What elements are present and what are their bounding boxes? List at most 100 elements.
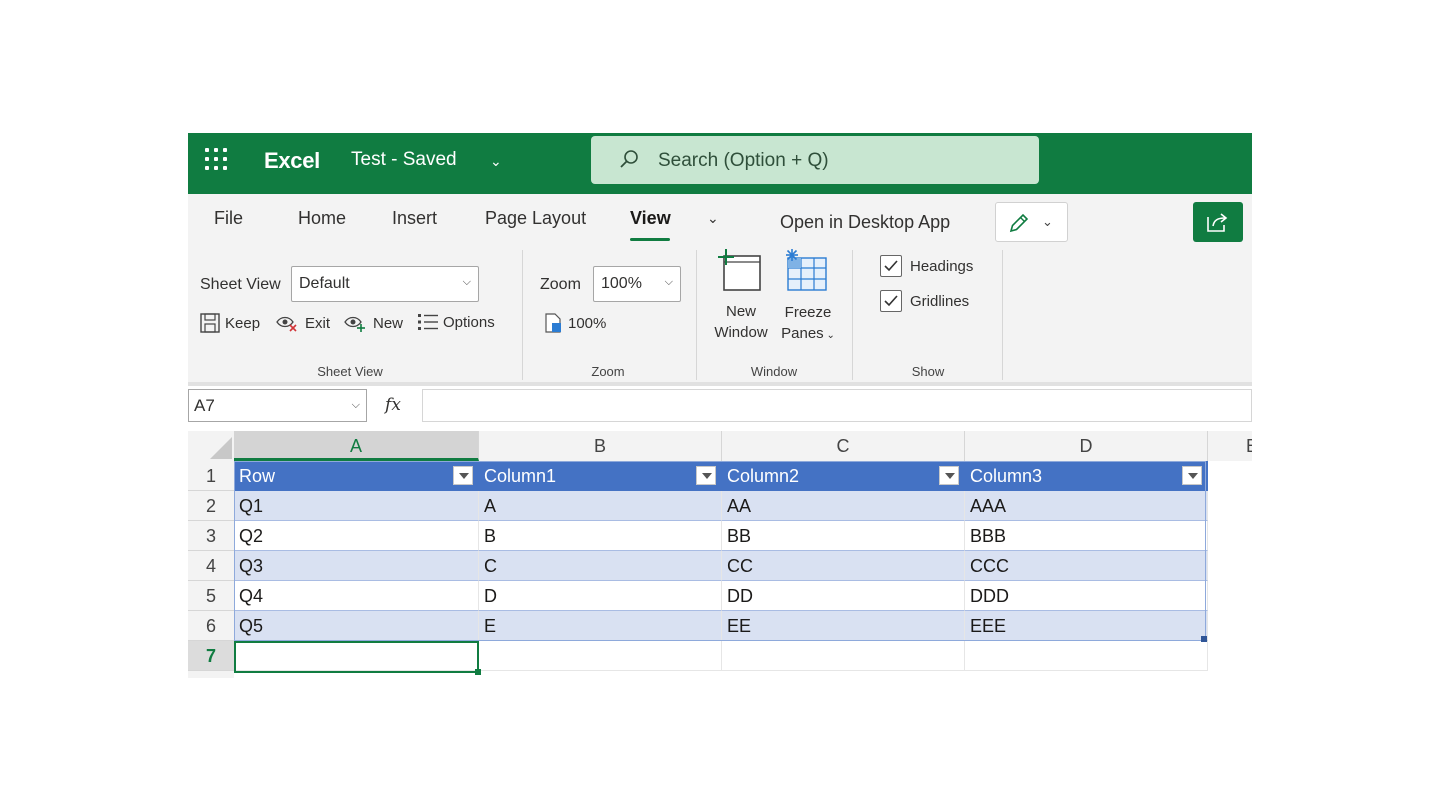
more-tabs-chevron-icon[interactable]: ⌄ [707, 210, 719, 227]
filter-dropdown-icon[interactable] [453, 466, 473, 485]
tab-insert[interactable]: Insert [392, 208, 437, 229]
app-name[interactable]: Excel [264, 148, 320, 174]
row-header-2[interactable]: 2 [188, 491, 234, 521]
table-cell[interactable]: Q2 [234, 521, 479, 551]
new-label: New [373, 314, 404, 332]
zoom-100-label: 100% [568, 314, 607, 332]
keep-button[interactable]: Keep [199, 312, 260, 334]
freeze-panes-label-2: Panes [781, 325, 824, 342]
column-header-e[interactable]: E [1208, 431, 1252, 461]
new-window-button[interactable]: New Window [702, 301, 780, 343]
share-button[interactable] [1193, 202, 1243, 242]
new-window-label-2: Window [714, 324, 768, 341]
name-box-value: A7 [194, 396, 215, 415]
new-sheet-view-button[interactable]: New [343, 312, 403, 334]
table-header-cell[interactable]: Column1 [479, 461, 722, 491]
sheet-view-options-button[interactable]: Options [417, 312, 495, 332]
table-cell[interactable]: DD [722, 581, 965, 611]
tab-file[interactable]: File [214, 208, 243, 229]
filter-dropdown-icon[interactable] [696, 466, 716, 485]
search-icon [620, 150, 638, 168]
column-header-d[interactable]: D [965, 431, 1208, 461]
tab-home[interactable]: Home [298, 208, 346, 229]
group-separator [852, 250, 853, 380]
tab-view[interactable]: View [630, 208, 671, 229]
grid-cell[interactable] [965, 641, 1208, 671]
grid-cell[interactable] [479, 641, 722, 671]
gridlines-checkbox[interactable] [880, 290, 902, 312]
name-box[interactable]: A7 ⌵ [188, 389, 367, 422]
open-in-desktop-app-button[interactable]: Open in Desktop App [780, 212, 950, 233]
headings-checkbox[interactable] [880, 255, 902, 277]
tab-page-layout[interactable]: Page Layout [485, 208, 586, 229]
table-resize-handle[interactable] [1201, 636, 1207, 642]
table-cell[interactable]: BBB [965, 521, 1208, 551]
search-box[interactable]: Search (Option + Q) [591, 136, 1039, 184]
table-cell[interactable]: CCC [965, 551, 1208, 581]
checkmark-icon [884, 260, 898, 272]
new-view-icon [344, 316, 365, 332]
row-header-8[interactable] [188, 671, 234, 678]
fill-handle[interactable] [475, 669, 481, 675]
column-header-a[interactable]: A [234, 431, 479, 461]
table-cell[interactable]: Q4 [234, 581, 479, 611]
table-header-cell[interactable]: Column2 [722, 461, 965, 491]
show-group-label: Show [911, 364, 945, 379]
active-cell-selection[interactable] [234, 641, 481, 675]
editing-mode-button[interactable]: ⌄ [995, 202, 1068, 242]
new-window-icon[interactable] [716, 248, 764, 292]
formula-input[interactable] [422, 389, 1252, 422]
table-cell[interactable]: Q3 [234, 551, 479, 581]
column-header-c[interactable]: C [722, 431, 965, 461]
table-header-label: Column3 [970, 466, 1043, 486]
table-header-cell[interactable]: Column3 [965, 461, 1208, 491]
table-cell[interactable]: DDD [965, 581, 1208, 611]
table-cell[interactable]: Q5 [234, 611, 479, 641]
sheet-view-group-label: Sheet View [317, 364, 383, 379]
exit-label: Exit [305, 314, 331, 332]
row-header-4[interactable]: 4 [188, 551, 234, 581]
table-cell[interactable]: EE [722, 611, 965, 641]
insert-function-button[interactable]: fx [374, 389, 412, 422]
title-bar: Excel Test - Saved ⌄ Search (Option + Q) [188, 133, 1252, 194]
table-cell[interactable]: AAA [965, 491, 1208, 521]
filter-dropdown-icon[interactable] [939, 466, 959, 485]
table-cell[interactable]: Q1 [234, 491, 479, 521]
row-header-1[interactable]: 1 [188, 461, 234, 491]
pencil-icon [1009, 213, 1029, 233]
table-cell[interactable]: CC [722, 551, 965, 581]
table-cell[interactable]: C [479, 551, 722, 581]
table-cell[interactable]: A [479, 491, 722, 521]
freeze-panes-icon[interactable] [782, 248, 830, 292]
freeze-panes-button[interactable]: Freeze Panes ⌄ [770, 302, 846, 346]
chevron-down-icon: ⌄ [1042, 214, 1053, 229]
app-launcher-icon[interactable] [204, 147, 230, 173]
table-cell[interactable]: EEE [965, 611, 1208, 641]
table-cell[interactable]: BB [722, 521, 965, 551]
zoom-select[interactable]: 100% ⌵ [593, 266, 681, 302]
zoom-100-button[interactable]: 100% [542, 312, 606, 334]
filter-dropdown-icon[interactable] [1182, 466, 1202, 485]
group-separator [1002, 250, 1003, 380]
row-header-3[interactable]: 3 [188, 521, 234, 551]
select-all-corner[interactable] [188, 431, 234, 461]
table-cell[interactable]: B [479, 521, 722, 551]
column-header-b[interactable]: B [479, 431, 722, 461]
gridlines-label: Gridlines [910, 293, 970, 310]
keep-label: Keep [225, 314, 261, 332]
row-header-5[interactable]: 5 [188, 581, 234, 611]
table-cell[interactable]: AA [722, 491, 965, 521]
exit-button[interactable]: Exit [275, 312, 330, 334]
document-name[interactable]: Test - Saved [351, 149, 457, 171]
exit-view-icon [276, 316, 297, 332]
table-header-cell[interactable]: Row [234, 461, 479, 491]
grid-cell[interactable] [722, 641, 965, 671]
sheet-view-select[interactable]: Default ⌵ [291, 266, 479, 302]
row-header-7[interactable]: 7 [188, 641, 234, 671]
table-cell[interactable]: E [479, 611, 722, 641]
options-label: Options [443, 313, 495, 331]
table-cell[interactable]: D [479, 581, 722, 611]
group-separator [696, 250, 697, 380]
chevron-down-icon[interactable]: ⌄ [490, 153, 502, 170]
row-header-6[interactable]: 6 [188, 611, 234, 641]
